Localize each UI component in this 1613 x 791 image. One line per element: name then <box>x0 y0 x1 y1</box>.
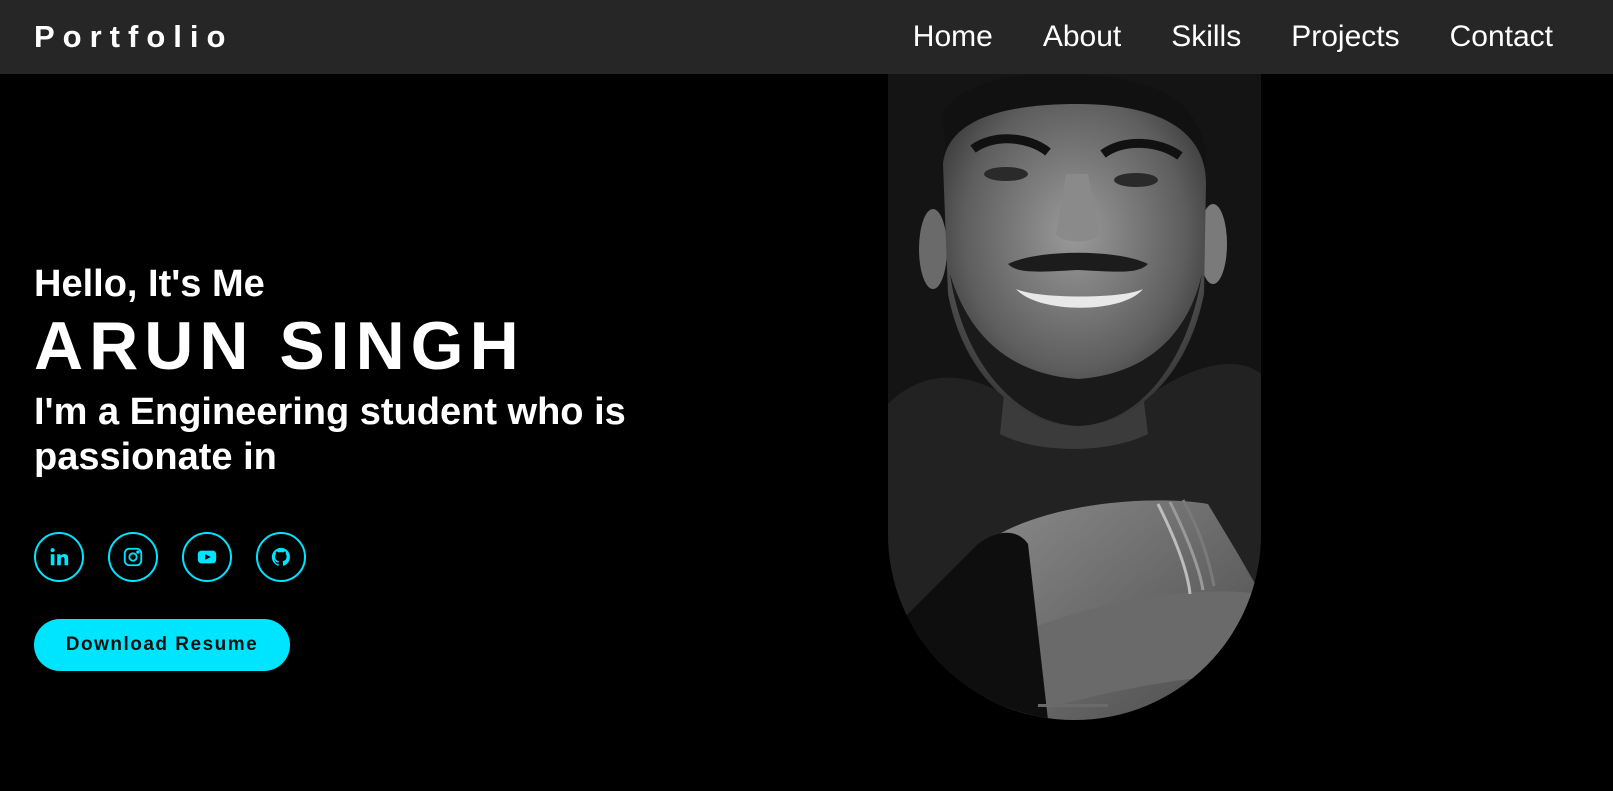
profile-photo-illustration <box>888 74 1261 720</box>
profile-photo <box>888 74 1261 720</box>
nav-link-home[interactable]: Home <box>913 20 993 54</box>
hero-name: ARUN SINGH <box>34 308 525 384</box>
nav-link-skills[interactable]: Skills <box>1171 20 1241 54</box>
site-logo[interactable]: Portfolio <box>34 19 233 55</box>
youtube-icon <box>197 550 217 564</box>
nav-links: Home About Skills Projects Contact <box>863 20 1553 54</box>
hero-greeting: Hello, It's Me <box>34 263 265 305</box>
social-links <box>34 532 306 582</box>
instagram-icon <box>123 547 143 567</box>
github-icon <box>271 547 290 566</box>
navbar: Portfolio Home About Skills Projects Con… <box>0 0 1613 74</box>
github-link[interactable] <box>256 532 306 582</box>
nav-link-projects[interactable]: Projects <box>1291 20 1399 54</box>
youtube-link[interactable] <box>182 532 232 582</box>
hero-tagline: I'm a Engineering student who is passion… <box>34 391 626 478</box>
nav-link-about[interactable]: About <box>1043 20 1121 54</box>
nav-link-contact[interactable]: Contact <box>1450 20 1553 54</box>
download-resume-button[interactable]: Download Resume <box>34 619 290 671</box>
linkedin-icon <box>50 548 69 566</box>
hero-intro: Hello, It's Me ARUN SINGH I'm a Engineer… <box>34 262 734 480</box>
instagram-link[interactable] <box>108 532 158 582</box>
linkedin-link[interactable] <box>34 532 84 582</box>
